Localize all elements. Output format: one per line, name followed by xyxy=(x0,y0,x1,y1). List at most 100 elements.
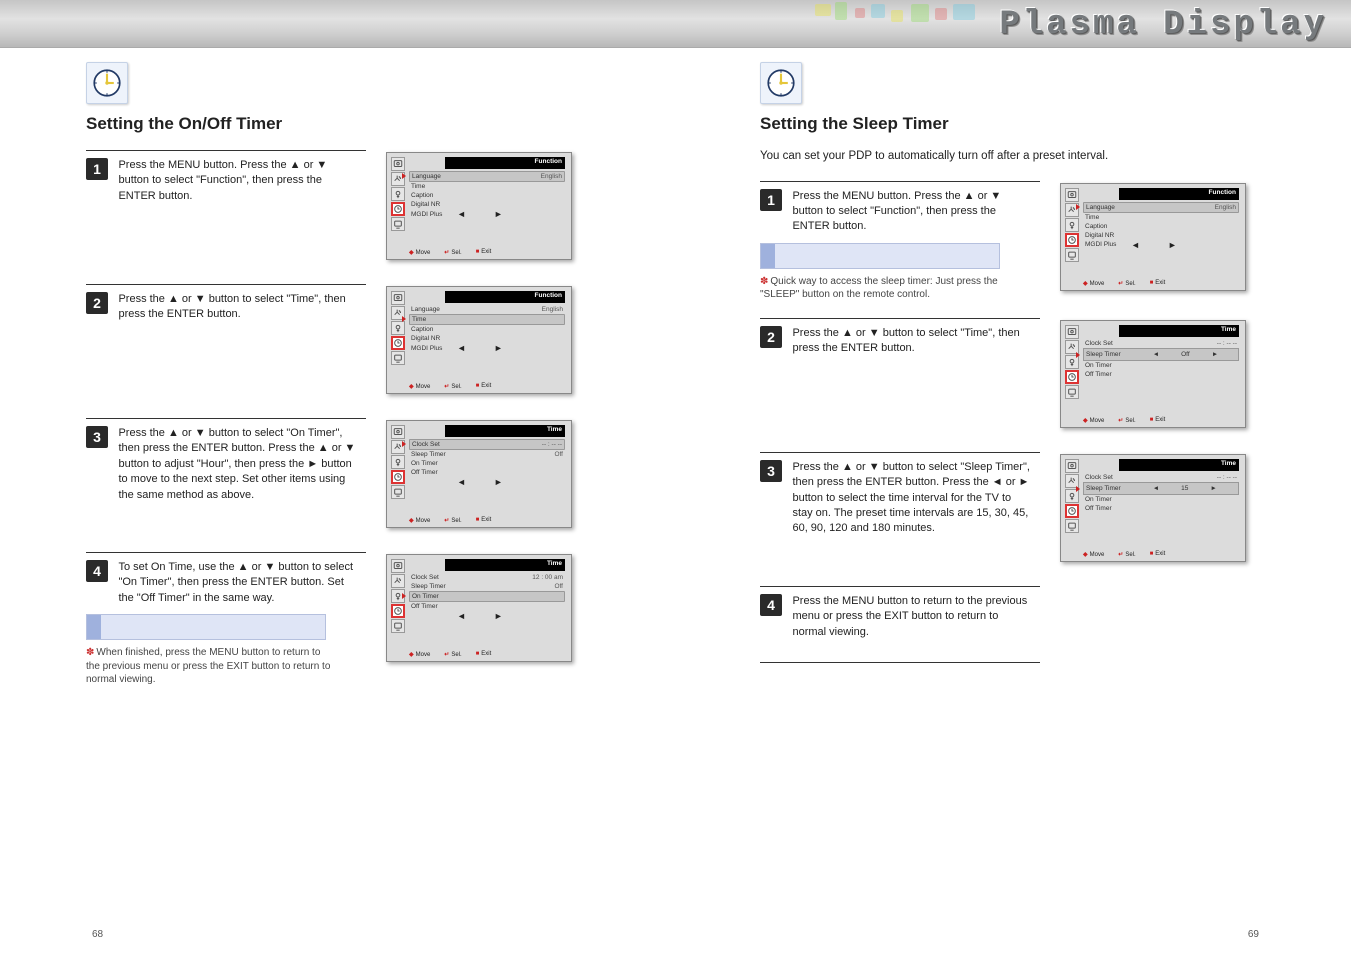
osd-footer-hint: ◆Move xyxy=(409,651,430,658)
osd-footer: ◆Move↵Sel.■Exit xyxy=(409,249,565,256)
highlight-callout xyxy=(760,243,1000,269)
osd-row-label: Language xyxy=(1086,204,1115,211)
channel-icon xyxy=(1065,218,1079,232)
osd-row-label: Caption xyxy=(1085,223,1107,230)
step-instruction: Press the ▲ or ▼ button to select "Time"… xyxy=(118,292,358,323)
osd-row-label: Time xyxy=(1085,214,1099,221)
osd-menu-row: Time xyxy=(1083,213,1239,222)
osd-footer-hint: ■Exit xyxy=(1150,551,1166,558)
osd-screenshot: Function LanguageEnglishTimeCaptionDigit… xyxy=(1060,183,1246,291)
osd-footer: ◆Move ↵Sel. ■Exit xyxy=(409,383,565,390)
osd-row-value: -- : -- -- xyxy=(542,441,562,448)
left-arrow-icon: ◄ xyxy=(1131,240,1140,250)
osd-screenshot: Function LanguageEnglishTimeCaptionDigit… xyxy=(386,286,572,394)
step-row: 4 To set On Time, use the ▲ or ▼ button … xyxy=(86,560,676,687)
right-intro: You can set your PDP to automatically tu… xyxy=(760,148,1280,165)
osd-footer-hint: ↵Sel. xyxy=(1118,551,1135,558)
channel-icon xyxy=(391,187,405,201)
osd-row-label: Clock Set xyxy=(411,574,439,581)
osd-row-label: Clock Set xyxy=(1085,474,1113,481)
right-page: Setting the Sleep Timer You can set your… xyxy=(760,62,1350,663)
osd-row-value: -- : -- -- xyxy=(1217,474,1237,481)
osd-menu-row: Sleep TimerOff xyxy=(409,582,565,591)
osd-footer: ◆Move↵Sel.■Exit xyxy=(1083,417,1239,424)
step-instruction: Press the ▲ or ▼ button to select "Time"… xyxy=(792,326,1032,357)
step-row: 3 Press the ▲ or ▼ button to select "On … xyxy=(86,426,676,536)
time-icon xyxy=(1065,233,1079,247)
osd-menu-row: Off Timer xyxy=(1083,370,1239,379)
osd-tab-column xyxy=(391,291,405,366)
step-number: 1 xyxy=(760,189,782,211)
osd-row-label: Time xyxy=(411,183,425,190)
osd-screenshot: Function LanguageEnglishTimeCaptionDigit… xyxy=(386,152,572,260)
osd-menu-row: On Timer xyxy=(1083,495,1239,504)
osd-footer-hint: ■Exit xyxy=(476,383,492,390)
left-page: Setting the On/Off Timer 1 Press the MEN… xyxy=(86,62,676,687)
osd-title: Function xyxy=(1119,188,1239,200)
osd-title: Time xyxy=(1119,325,1239,337)
osd-row-value: 12 : 00 am xyxy=(532,574,563,581)
step-number: 4 xyxy=(86,560,108,582)
osd-footer-hint: ↵Sel. xyxy=(444,383,461,390)
osd-row-label: Time xyxy=(412,316,426,323)
osd-tab-column xyxy=(391,157,405,232)
step-instruction: To set On Time, use the ▲ or ▼ button to… xyxy=(118,560,358,606)
osd-menu-row: Sleep Timer◄15► xyxy=(1083,482,1239,495)
osd-menu-row: Language English xyxy=(1083,202,1239,213)
highlight-callout xyxy=(86,614,326,640)
osd-footer-hint: ■Exit xyxy=(1150,417,1166,424)
osd-row-label: MGDI Plus xyxy=(411,345,442,352)
sound-icon xyxy=(391,574,405,588)
osd-screenshot: Time Clock Set-- : -- --Sleep Timer◄15►O… xyxy=(1060,454,1246,562)
osd-row-label: Language xyxy=(411,306,440,313)
left-arrow-icon: ◄ xyxy=(1153,485,1159,492)
banner-title: Plasma Display xyxy=(999,6,1327,44)
osd-row-label: On Timer xyxy=(412,593,439,600)
osd-menu: Clock Set 12 : 00 amSleep TimerOff On Time… xyxy=(409,573,565,612)
osd-row-label: Off Timer xyxy=(1085,371,1112,378)
step-number: 2 xyxy=(86,292,108,314)
time-icon xyxy=(391,604,405,618)
top-banner: Plasma Display xyxy=(0,0,1351,48)
osd-title: Time xyxy=(445,559,565,571)
osd-menu-row: Sleep TimerOff xyxy=(409,450,565,459)
step-row: 3 Press the ▲ or ▼ button to select "Sle… xyxy=(760,460,1350,570)
step-instruction: Press the MENU button. Press the ▲ or ▼ … xyxy=(792,189,1032,235)
osd-footer-hint: ■Exit xyxy=(476,651,492,658)
osd-menu-row: On Timer xyxy=(409,591,565,602)
osd-row-label: Off Timer xyxy=(411,469,438,476)
time-icon xyxy=(1065,504,1079,518)
step-number: 2 xyxy=(760,326,782,348)
setup-icon xyxy=(391,619,405,633)
osd-tab-column xyxy=(1065,188,1079,263)
osd-footer-hint: ◆Move xyxy=(1083,551,1104,558)
time-icon xyxy=(391,202,405,216)
osd-row-value: Off xyxy=(554,451,563,458)
osd-row-label: Sleep Timer xyxy=(1086,485,1121,492)
left-heading: Setting the On/Off Timer xyxy=(86,114,676,134)
setup-icon xyxy=(1065,519,1079,533)
banner-decoration xyxy=(811,0,991,47)
osd-menu-row: On Timer xyxy=(1083,361,1239,370)
osd-menu: Clock Set-- : -- --Sleep Timer◄15►On Tim… xyxy=(1083,473,1239,514)
time-icon xyxy=(1065,370,1079,384)
osd-row-label: MGDI Plus xyxy=(1085,241,1116,248)
osd-left-right-nav: ◄► xyxy=(457,343,503,353)
step-row: 2 Press the ▲ or ▼ button to select "Tim… xyxy=(86,292,676,402)
osd-menu-row: Clock Set -- : -- -- xyxy=(409,439,565,450)
osd-row-value: English xyxy=(541,173,562,180)
page-number-right: 69 xyxy=(1248,929,1259,940)
osd-title: Function xyxy=(445,291,565,303)
clock-icon xyxy=(86,62,128,104)
osd-row-value: English xyxy=(1215,204,1236,211)
osd-row-label: Caption xyxy=(411,326,433,333)
osd-menu-row: Time xyxy=(409,314,565,325)
osd-row-label: Digital NR xyxy=(411,201,440,208)
osd-footer-hint: ■Exit xyxy=(476,249,492,256)
osd-menu-row: On Timer xyxy=(409,459,565,468)
osd-menu-row: Clock Set 12 : 00 am xyxy=(409,573,565,582)
osd-footer-hint: ◆Move xyxy=(409,383,430,390)
osd-row-label: Off Timer xyxy=(1085,505,1112,512)
right-arrow-icon: ► xyxy=(494,209,503,219)
osd-row-label: Clock Set xyxy=(412,441,440,448)
